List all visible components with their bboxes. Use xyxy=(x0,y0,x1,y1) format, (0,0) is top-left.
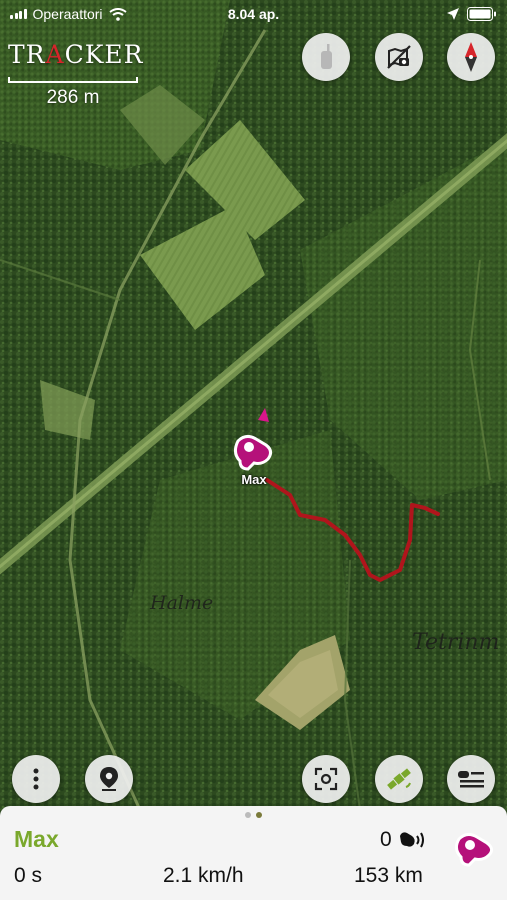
handheld-device-button[interactable] xyxy=(302,33,350,81)
location-pin-button[interactable] xyxy=(85,755,133,803)
more-icon xyxy=(33,768,39,790)
location-services-icon xyxy=(447,8,459,20)
place-label-halme: Halme xyxy=(150,592,214,614)
signal-icon xyxy=(10,9,27,19)
battery-icon xyxy=(467,7,496,21)
dog-name: Max xyxy=(14,826,59,852)
page-dot-active[interactable] xyxy=(256,812,262,818)
tracker-logo: TRACKER xyxy=(8,40,144,69)
dog-marker-icon[interactable] xyxy=(232,433,274,473)
page-indicator[interactable] xyxy=(0,812,507,818)
handheld-device-icon xyxy=(321,44,332,69)
dog-map-label: Max xyxy=(241,472,267,487)
dog-list-icon xyxy=(458,771,484,788)
heading-arrow-icon xyxy=(258,408,269,422)
satellite-icon xyxy=(387,768,411,790)
satellite-button[interactable] xyxy=(375,755,423,803)
dog-info-panel[interactable] xyxy=(0,806,507,900)
location-pin-icon xyxy=(100,767,118,791)
carrier-name: Operaattori xyxy=(32,6,103,22)
dog-list-button[interactable] xyxy=(447,755,495,803)
center-focus-button[interactable] xyxy=(302,755,350,803)
dog-distance: 153 km xyxy=(354,864,423,887)
barking-dog-icon xyxy=(399,832,424,848)
place-label-tetrinm: Tetrinm xyxy=(412,630,500,655)
map-view[interactable]: Halme Tetrinm Max xyxy=(0,0,507,810)
compass-icon xyxy=(465,42,477,72)
center-focus-icon xyxy=(314,767,338,791)
bark-counter: 0 xyxy=(380,828,426,852)
more-button[interactable] xyxy=(12,755,60,803)
status-bar: Operaattori 8.04 ap. xyxy=(0,0,507,28)
map-layers-icon xyxy=(387,45,411,69)
bark-count: 0 xyxy=(380,828,392,851)
map-scale-label: 286 m xyxy=(46,87,100,108)
dog-avatar-icon[interactable] xyxy=(453,831,497,872)
map-scale-bar xyxy=(8,77,138,83)
time-since-update: 0 s xyxy=(14,864,43,887)
dog-speed: 2.1 km/h xyxy=(163,864,244,887)
satellite-imagery xyxy=(0,0,507,810)
map-layers-button[interactable] xyxy=(375,33,423,81)
wifi-icon xyxy=(108,7,127,21)
page-dot[interactable] xyxy=(245,812,251,818)
compass-button[interactable] xyxy=(447,33,495,81)
